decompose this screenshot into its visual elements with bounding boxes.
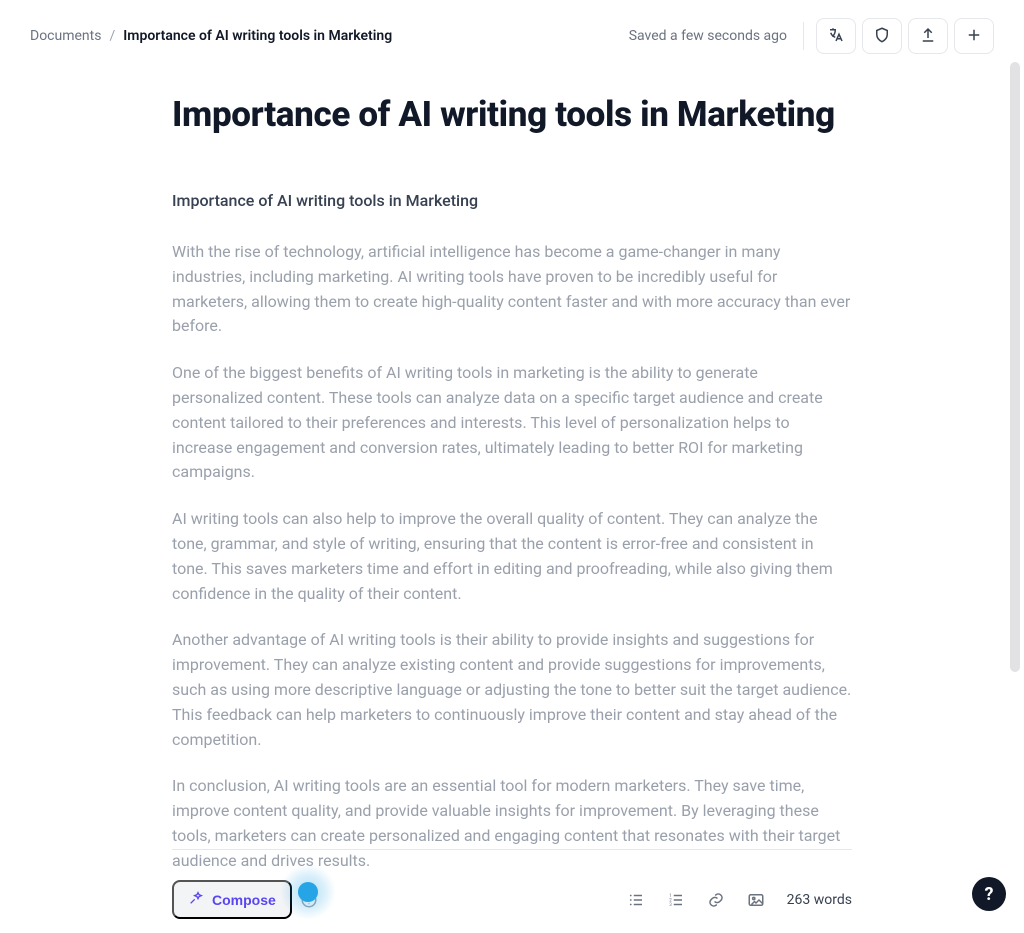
svg-text:3: 3 <box>669 902 672 908</box>
compose-button[interactable]: Compose <box>172 880 292 919</box>
bullet-list-icon[interactable] <box>627 891 645 909</box>
translate-icon <box>827 26 845 47</box>
bottom-toolbar: Compose 1 2 3 <box>172 849 852 919</box>
document-title[interactable]: Importance of AI writing tools in Market… <box>172 94 852 135</box>
bottom-toolbar-wrap: Compose 1 2 3 <box>0 849 1024 933</box>
question-icon: ? <box>985 884 994 905</box>
save-status: Saved a few seconds ago <box>629 28 787 44</box>
breadcrumb: Documents / Importance of AI writing too… <box>30 28 392 44</box>
add-button[interactable] <box>954 18 994 54</box>
word-count: 263 words <box>787 892 852 908</box>
shield-icon <box>873 26 891 47</box>
paragraph: With the rise of technology, artificial … <box>172 240 852 339</box>
breadcrumb-current: Importance of AI writing tools in Market… <box>123 28 392 44</box>
paragraph: One of the biggest benefits of AI writin… <box>172 361 852 485</box>
divider <box>803 22 804 50</box>
compose-label: Compose <box>212 892 276 908</box>
link-icon[interactable] <box>707 891 725 909</box>
plus-icon <box>965 26 983 47</box>
document-body[interactable]: Importance of AI writing tools in Market… <box>172 62 852 872</box>
upload-icon <box>919 26 937 47</box>
header-actions: Saved a few seconds ago <box>629 18 994 54</box>
breadcrumb-root[interactable]: Documents <box>30 28 101 44</box>
editor-header: Documents / Importance of AI writing too… <box>0 0 1024 62</box>
paragraph: AI writing tools can also help to improv… <box>172 507 852 606</box>
scrollbar[interactable] <box>1010 62 1020 872</box>
translate-button[interactable] <box>816 18 856 54</box>
numbered-list-icon[interactable]: 1 2 3 <box>667 891 685 909</box>
editor-viewport: Importance of AI writing tools in Market… <box>0 62 1024 872</box>
magic-wand-icon <box>188 890 204 909</box>
export-button[interactable] <box>908 18 948 54</box>
scrollbar-thumb[interactable] <box>1010 62 1020 672</box>
breadcrumb-separator: / <box>109 28 115 44</box>
compose-help-icon[interactable] <box>300 891 318 909</box>
help-fab[interactable]: ? <box>972 877 1006 911</box>
document-subtitle: Importance of AI writing tools in Market… <box>172 191 852 210</box>
bottom-toolbar-right: 1 2 3 263 words <box>627 891 852 909</box>
paragraph: Another advantage of AI writing tools is… <box>172 628 852 752</box>
image-icon[interactable] <box>747 891 765 909</box>
shield-button[interactable] <box>862 18 902 54</box>
